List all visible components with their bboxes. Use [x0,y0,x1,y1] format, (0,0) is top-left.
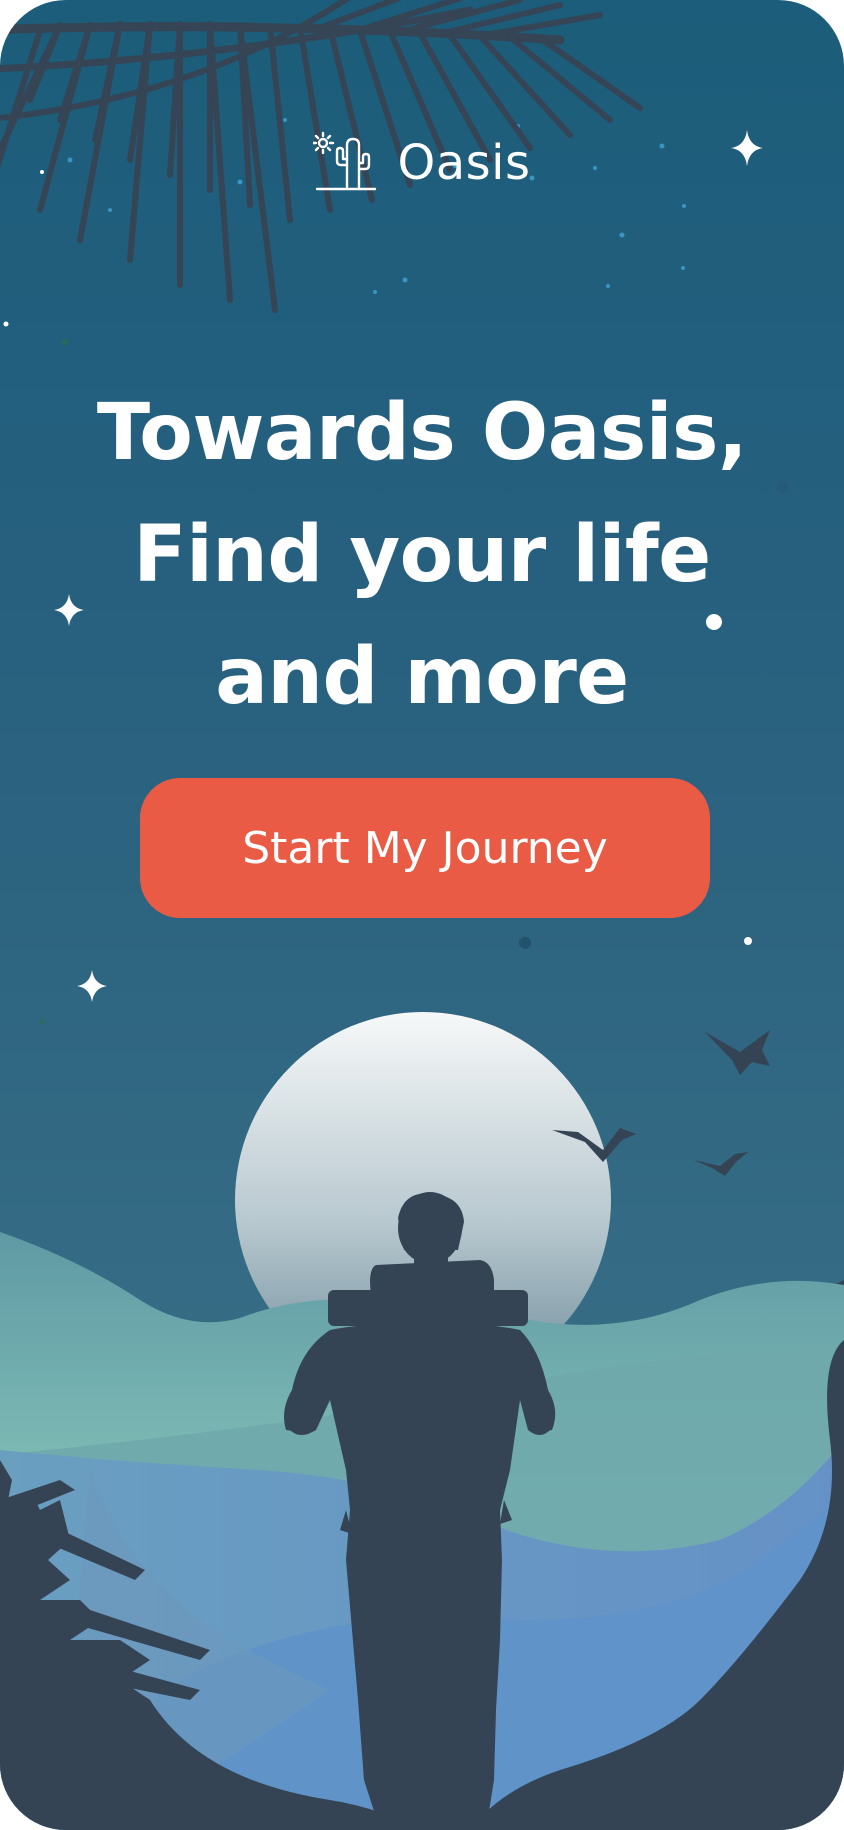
hero-headline: Towards Oasis, Find your life and more [0,372,844,738]
hero-line-2: Find your life [133,510,711,600]
splash-screen: Oasis Towards Oasis, Find your life and … [0,0,844,1830]
hero-line-1: Towards Oasis, [96,388,748,478]
hero-line-3: and more [215,632,629,722]
app-name: Oasis [397,135,531,191]
app-logo: Oasis [0,128,844,198]
start-journey-button[interactable]: Start My Journey [140,778,710,918]
sparkle-icon [77,970,107,1002]
cactus-sun-icon [313,131,377,191]
